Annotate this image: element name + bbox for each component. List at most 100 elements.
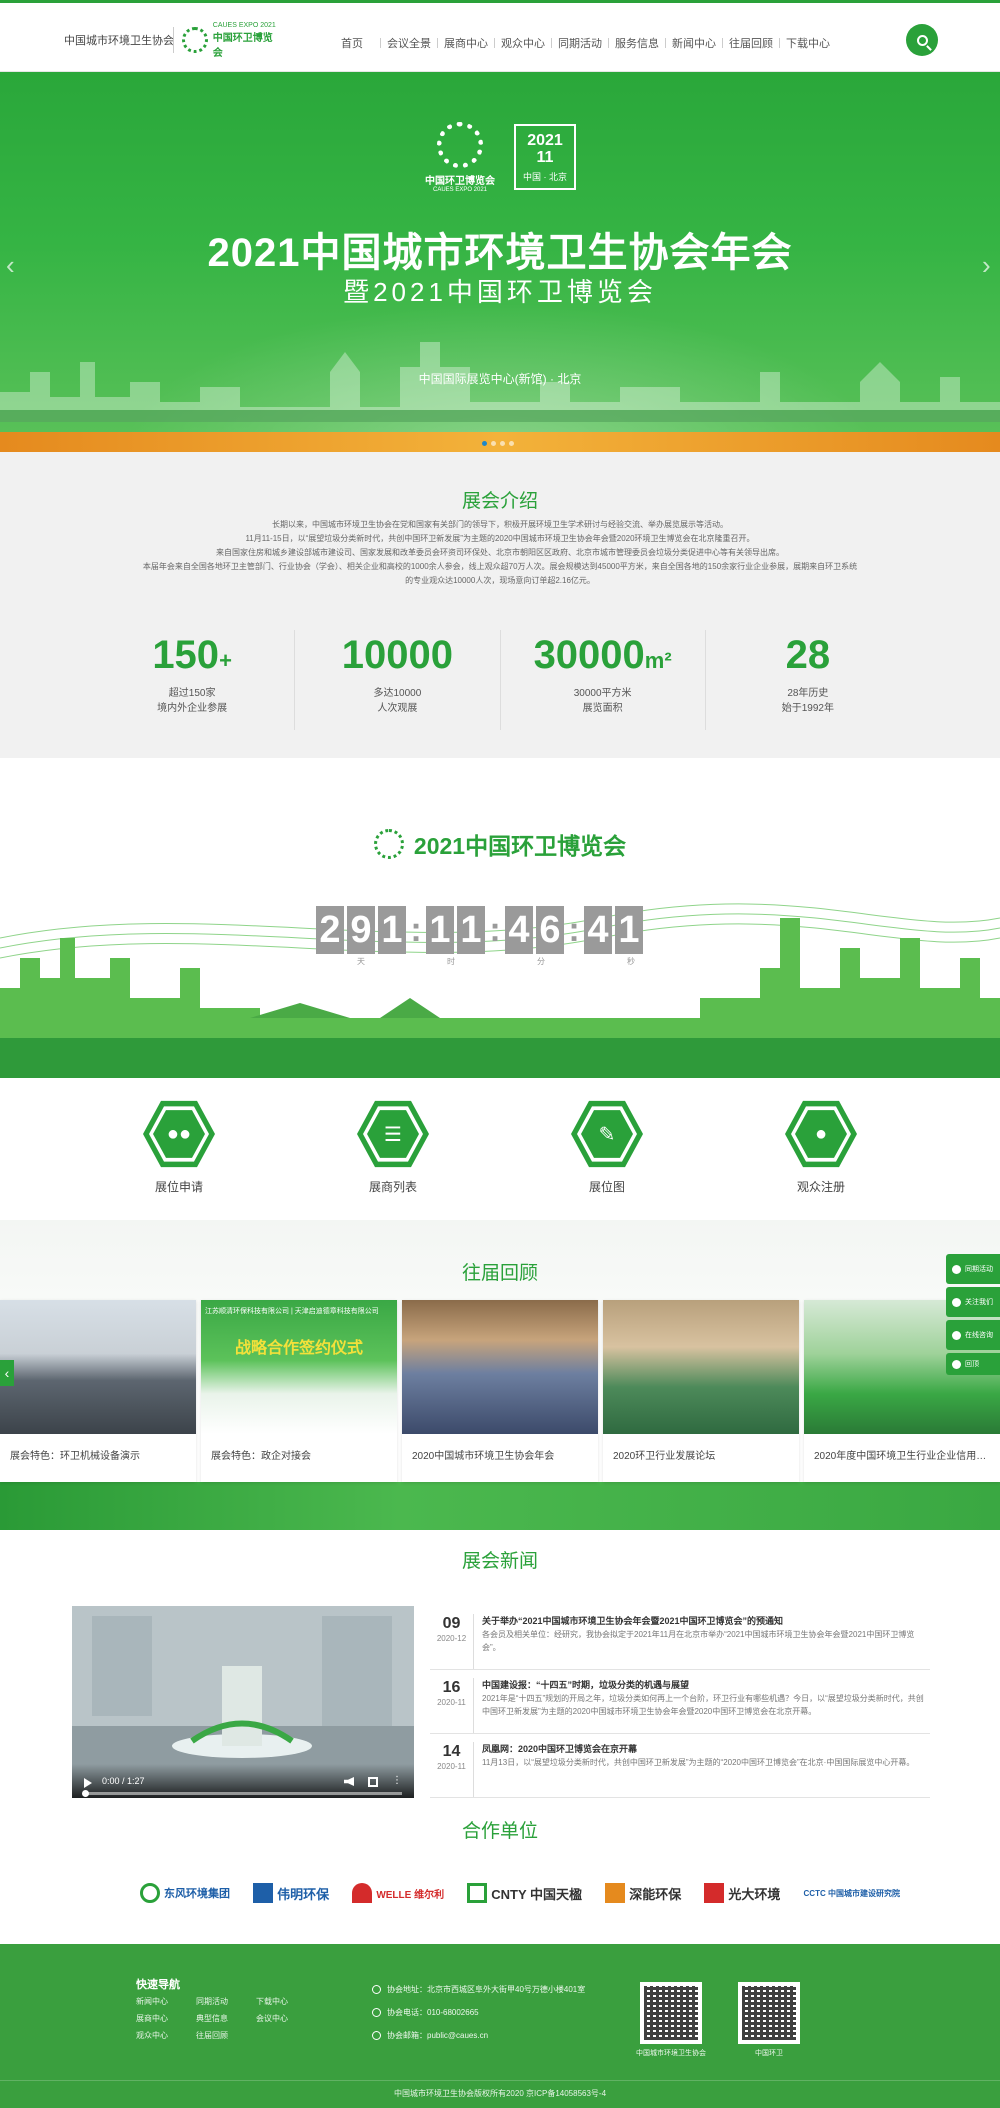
- footer-link[interactable]: 展商中心: [136, 2013, 196, 2024]
- video-progress-knob[interactable]: [82, 1790, 89, 1797]
- review-card[interactable]: 2020中国城市环境卫生协会年会: [402, 1300, 598, 1482]
- news-item[interactable]: 09 2020-12 关于举办“2021中国城市环境卫生协会年会暨2021中国环…: [430, 1606, 930, 1670]
- service-floor-plan[interactable]: ✎ 展位图: [552, 1098, 662, 1195]
- intro-paragraph: 本届年会来自全国各地环卫主管部门、行业协会（学会）、相关企业和高校的1000余人…: [142, 562, 858, 585]
- footer-email[interactable]: 协会邮箱：public@caues.cn: [372, 2030, 612, 2041]
- partner-logo[interactable]: CNTY 中国天楹: [467, 1883, 582, 1903]
- expo-heading: 2021中国环卫博览会: [350, 824, 650, 864]
- nav-separator: [608, 38, 609, 48]
- news-title-link[interactable]: 关于举办“2021中国城市环境卫生协会年会暨2021中国环卫博览会”的预通知: [482, 1614, 930, 1628]
- banner-next-arrow[interactable]: ›: [982, 252, 996, 278]
- review-prev-arrow[interactable]: ‹: [0, 1360, 14, 1386]
- float-consult-button[interactable]: 在线咨询: [946, 1320, 1000, 1350]
- main-nav: 首页 会议全景 展商中心 观众中心 同期活动 服务信息 新闻中心 往届回顾 下载…: [330, 29, 830, 57]
- past-review-section: 往届回顾 展会特色：环卫机械设备演示 江苏顺清环保科技有限公司 | 天津启迪德章…: [0, 1220, 1000, 1530]
- nav-news[interactable]: 新闻中心: [672, 29, 716, 57]
- banner-dot[interactable]: [491, 441, 496, 446]
- location-icon: [372, 1985, 381, 1994]
- news-video-player[interactable]: 0:00 / 1:27 ⋮: [72, 1606, 414, 1798]
- news-summary: 11月13日，以“展望垃圾分类新时代，共创中国环卫新发展”为主题的“2020中国…: [482, 1758, 915, 1767]
- expo-logo[interactable]: CAUES EXPO 2021 中国环卫博览会: [182, 22, 282, 59]
- nav-services[interactable]: 服务信息: [615, 29, 659, 57]
- partner-mark-icon: [352, 1883, 373, 1903]
- banner-pagination: [482, 441, 514, 446]
- nav-conference[interactable]: 会议全景: [387, 29, 431, 57]
- countdown-label-days: 天: [357, 957, 365, 966]
- footer-link[interactable]: 会议中心: [256, 2013, 306, 2024]
- partner-logo[interactable]: 伟明环保: [253, 1883, 329, 1903]
- partners-title: 合作单位: [461, 1821, 538, 1842]
- review-card-image: 江苏顺清环保科技有限公司 | 天津启迪德章科技有限公司 战略合作签约仪式: [201, 1300, 397, 1434]
- footer-link[interactable]: 同期活动: [196, 1996, 256, 2007]
- float-follow-button[interactable]: 关注我们: [946, 1287, 1000, 1317]
- review-card-image: [0, 1300, 196, 1434]
- review-card[interactable]: 2020环卫行业发展论坛: [603, 1300, 799, 1482]
- banner-logo-en: CAUES EXPO 2021: [432, 187, 488, 193]
- banner-subtitle: 暨2021中国环卫博览会: [343, 277, 657, 307]
- news-title-link[interactable]: 中国建设报：“十四五”时期，垃圾分类的机遇与展望: [482, 1678, 930, 1692]
- fullscreen-icon[interactable]: [368, 1777, 378, 1787]
- nav-downloads[interactable]: 下载中心: [786, 29, 830, 57]
- float-events-button[interactable]: 同期活动: [946, 1254, 1000, 1284]
- footer-link[interactable]: 下载中心: [256, 1996, 306, 2007]
- nav-home[interactable]: 首页: [330, 29, 374, 57]
- intro-text: 长期以来，中国城市环境卫生协会在党和国家有关部门的领导下，积极开展环境卫生学术研…: [140, 518, 860, 588]
- card-headline-text: 战略合作签约仪式: [234, 1340, 363, 1357]
- review-card-image: [603, 1300, 799, 1434]
- banner-date-year: 2021: [527, 132, 563, 149]
- nav-review[interactable]: 往届回顾: [729, 29, 773, 57]
- stat-number: 28: [785, 633, 831, 677]
- news-title-link[interactable]: 凤凰网：2020中国环卫博览会在京开幕: [482, 1742, 930, 1756]
- banner-prev-arrow[interactable]: ‹: [6, 252, 20, 278]
- expo-intro-section: 展会介绍 长期以来，中国城市环境卫生协会在党和国家有关部门的领导下，积极开展环境…: [0, 452, 1000, 758]
- intro-paragraph: 长期以来，中国城市环境卫生协会在党和国家有关部门的领导下，积极开展环境卫生学术研…: [272, 520, 728, 529]
- play-icon[interactable]: [84, 1778, 92, 1788]
- nav-events[interactable]: 同期活动: [558, 29, 602, 57]
- back-to-top-button[interactable]: 回顶: [946, 1353, 1000, 1375]
- nav-exhibitors[interactable]: 展商中心: [444, 29, 488, 57]
- partner-logo[interactable]: 深能环保: [605, 1883, 681, 1903]
- banner-dot[interactable]: [500, 441, 505, 446]
- review-card[interactable]: 展会特色：环卫机械设备演示: [0, 1300, 196, 1482]
- service-visitor-register[interactable]: ● 观众注册: [766, 1098, 876, 1195]
- banner-dot[interactable]: [509, 441, 514, 446]
- news-title: 展会新闻: [461, 1551, 538, 1572]
- service-exhibitor-list[interactable]: ☰ 展商列表: [338, 1098, 448, 1195]
- countdown-digit: 4: [505, 906, 533, 954]
- news-item[interactable]: 16 2020-11 中国建设报：“十四五”时期，垃圾分类的机遇与展望 2021…: [430, 1670, 930, 1734]
- review-card-image: [402, 1300, 598, 1434]
- countdown-digit: 6: [536, 906, 564, 954]
- footer-link[interactable]: 典型信息: [196, 2013, 256, 2024]
- partner-mark-icon: [605, 1883, 626, 1903]
- countdown-digit: 9: [347, 906, 375, 954]
- hero-banner[interactable]: 中国环卫博览会 CAUES EXPO 2021 2021 11 中国 · 北京 …: [0, 72, 1000, 452]
- footer-link[interactable]: 新闻中心: [136, 1996, 196, 2007]
- nav-visitors[interactable]: 观众中心: [501, 29, 545, 57]
- banner-dot[interactable]: [482, 441, 487, 446]
- news-item[interactable]: 14 2020-11 凤凰网：2020中国环卫博览会在京开幕 11月13日，以“…: [430, 1734, 930, 1798]
- stat-label: 28年历史: [787, 688, 829, 699]
- service-booth-apply[interactable]: ●● 展位申请: [124, 1098, 234, 1195]
- stat-label: 30000平方米: [573, 688, 632, 699]
- search-button[interactable]: [906, 24, 938, 56]
- countdown-timer: 2 9 1 : 1 1 : 4 6 : 4 1: [316, 906, 643, 954]
- news-date: 09 2020-12: [430, 1614, 474, 1669]
- banner-logo-cn: 中国环卫博览会: [425, 176, 495, 187]
- nav-separator: [665, 38, 666, 48]
- partner-logo[interactable]: CCTC 中国城市建设研究院: [804, 1888, 900, 1899]
- footer-link[interactable]: 往届回顾: [196, 2030, 256, 2041]
- association-logo[interactable]: 中国城市环境卫生协会: [58, 25, 174, 55]
- service-label: 展商列表: [368, 1180, 417, 1194]
- partner-logo[interactable]: 光大环境: [704, 1883, 780, 1903]
- qr-caption: 中国城市环境卫生协会: [636, 2050, 706, 2057]
- news-day: 09: [442, 1615, 461, 1632]
- countdown-digit: 1: [615, 906, 643, 954]
- video-progress-track[interactable]: [84, 1792, 402, 1795]
- volume-icon[interactable]: [344, 1777, 354, 1786]
- more-options-icon[interactable]: ⋮: [392, 1775, 402, 1786]
- partner-logo[interactable]: WELLE 维尔利: [352, 1883, 444, 1903]
- review-card[interactable]: 江苏顺清环保科技有限公司 | 天津启迪德章科技有限公司 战略合作签约仪式 展会特…: [201, 1300, 397, 1482]
- countdown-colon: :: [489, 910, 501, 949]
- partner-logo[interactable]: 东风环境集团: [140, 1883, 230, 1903]
- footer-link[interactable]: 观众中心: [136, 2030, 196, 2041]
